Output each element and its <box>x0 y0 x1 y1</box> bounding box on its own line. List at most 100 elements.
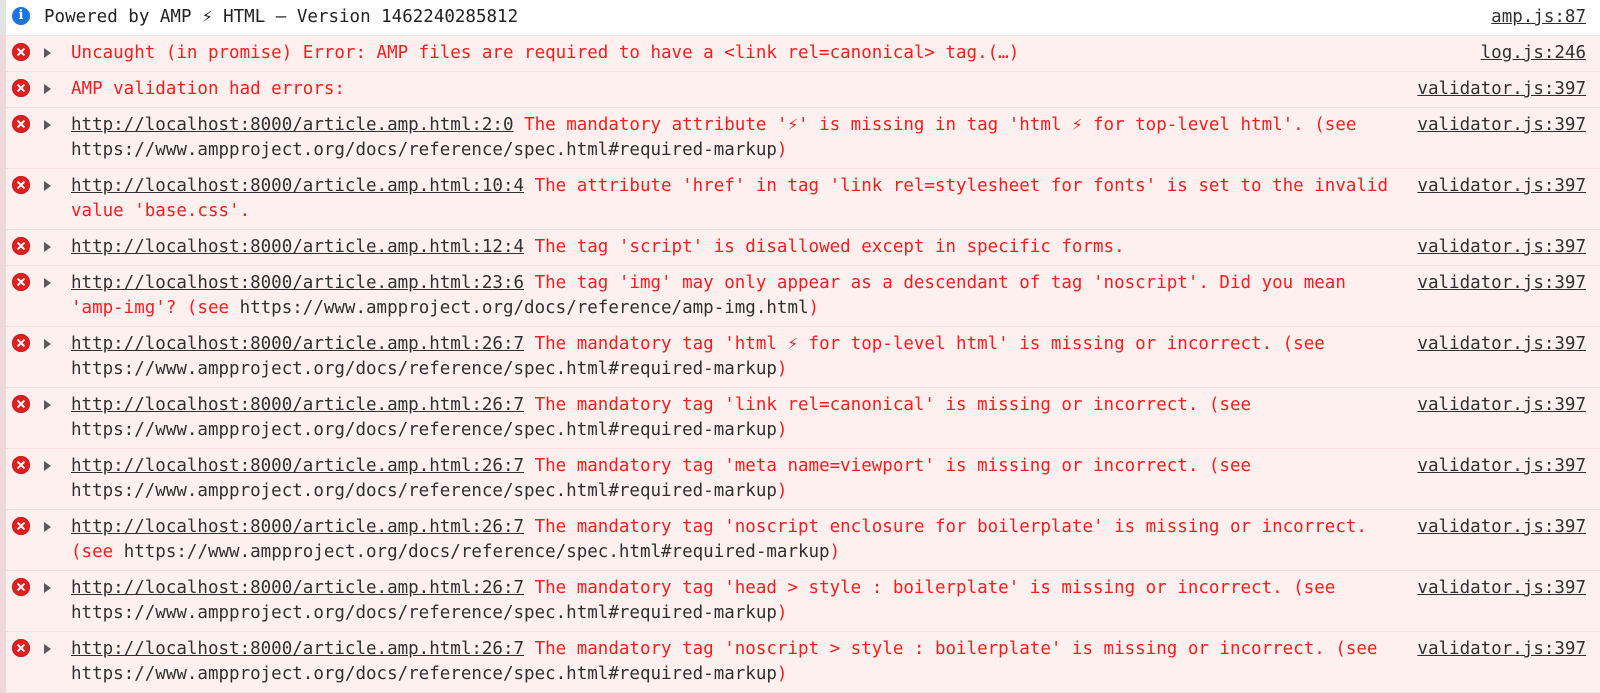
source-location-link[interactable]: http://localhost:8000/article.amp.html:2… <box>71 456 524 476</box>
console-message: http://localhost:8000/article.amp.html:2… <box>71 113 1417 163</box>
script-source-link[interactable]: validator.js:397 <box>1417 271 1600 296</box>
row-gutter <box>0 271 44 291</box>
script-source-link[interactable]: validator.js:397 <box>1417 515 1600 540</box>
console-message: http://localhost:8000/article.amp.html:2… <box>71 515 1417 565</box>
disclosure-triangle-icon[interactable] <box>44 120 67 130</box>
row-gutter <box>0 113 44 133</box>
message-text-tail: ) <box>808 298 820 318</box>
error-circle-icon <box>12 517 30 535</box>
console-row[interactable]: http://localhost:8000/article.amp.html:2… <box>0 570 1600 632</box>
console-message: http://localhost:8000/article.amp.html:2… <box>71 637 1417 687</box>
row-gutter <box>0 235 44 255</box>
source-location-link[interactable]: http://localhost:8000/article.amp.html:2… <box>71 578 524 598</box>
message-text: Powered by AMP ⚡ HTML – Version 14622402… <box>44 7 519 27</box>
console-row[interactable]: http://localhost:8000/article.amp.html:2… <box>0 448 1600 510</box>
message-text: Uncaught (in promise) Error: AMP files a… <box>71 43 1020 63</box>
console-row[interactable]: i Powered by AMP ⚡ HTML – Version 1462240… <box>0 0 1600 36</box>
source-location-link[interactable]: http://localhost:8000/article.amp.html:2… <box>71 115 514 135</box>
script-source-link[interactable]: validator.js:397 <box>1417 113 1600 138</box>
console-row[interactable]: http://localhost:8000/article.amp.html:2… <box>0 509 1600 571</box>
row-gutter <box>0 77 44 97</box>
console-row[interactable]: http://localhost:8000/article.amp.html:2… <box>0 631 1600 693</box>
script-source-link[interactable]: validator.js:397 <box>1417 77 1600 102</box>
reference-url[interactable]: https://www.ampproject.org/docs/referenc… <box>71 140 777 160</box>
console-message: Uncaught (in promise) Error: AMP files a… <box>71 41 1481 66</box>
script-source-link[interactable]: validator.js:397 <box>1417 576 1600 601</box>
console-row[interactable]: http://localhost:8000/article.amp.html:2… <box>0 107 1600 169</box>
reference-url[interactable]: https://www.ampproject.org/docs/referenc… <box>71 420 777 440</box>
error-circle-icon <box>12 395 30 413</box>
reference-url[interactable]: https://www.ampproject.org/docs/referenc… <box>240 298 809 318</box>
disclosure-triangle-icon[interactable] <box>44 339 67 349</box>
script-source-link[interactable]: validator.js:397 <box>1417 174 1600 199</box>
error-circle-icon <box>12 115 30 133</box>
source-location-link[interactable]: http://localhost:8000/article.amp.html:1… <box>71 237 524 257</box>
row-gutter <box>0 174 44 194</box>
message-text-tail: ) <box>776 664 788 684</box>
disclosure-triangle-icon[interactable] <box>44 84 67 94</box>
console-row[interactable]: http://localhost:8000/article.amp.html:2… <box>0 387 1600 449</box>
script-source-link[interactable]: validator.js:397 <box>1417 637 1600 662</box>
devtools-console-panel[interactable]: i Powered by AMP ⚡ HTML – Version 1462240… <box>0 0 1600 693</box>
source-location-link[interactable]: http://localhost:8000/article.amp.html:2… <box>71 517 524 537</box>
row-gutter <box>0 41 44 61</box>
script-source-link[interactable]: log.js:246 <box>1481 41 1600 66</box>
disclosure-triangle-icon[interactable] <box>44 400 67 410</box>
disclosure-triangle-icon[interactable] <box>44 583 67 593</box>
message-text-tail: ) <box>776 603 788 623</box>
disclosure-triangle-icon[interactable] <box>44 278 67 288</box>
disclosure-triangle-icon[interactable] <box>44 461 67 471</box>
script-source-link[interactable]: validator.js:397 <box>1417 393 1600 418</box>
disclosure-triangle-icon[interactable] <box>44 242 67 252</box>
message-text: The mandatory attribute '⚡' is missing i… <box>524 115 1367 135</box>
message-text-tail: ) <box>776 359 788 379</box>
message-text-tail: ) <box>776 481 788 501</box>
console-message: http://localhost:8000/article.amp.html:1… <box>71 235 1417 260</box>
error-circle-icon <box>12 79 30 97</box>
reference-url[interactable]: https://www.ampproject.org/docs/referenc… <box>71 359 777 379</box>
error-circle-icon <box>12 176 30 194</box>
error-circle-icon <box>12 43 30 61</box>
message-text: The mandatory tag 'head > style : boiler… <box>534 578 1346 598</box>
script-source-link[interactable]: validator.js:397 <box>1417 454 1600 479</box>
row-gutter <box>0 393 44 413</box>
console-row[interactable]: Uncaught (in promise) Error: AMP files a… <box>0 35 1600 72</box>
script-source-link[interactable]: validator.js:397 <box>1417 235 1600 260</box>
console-message: http://localhost:8000/article.amp.html:2… <box>71 576 1417 626</box>
reference-url[interactable]: https://www.ampproject.org/docs/referenc… <box>71 481 777 501</box>
message-text-tail: ) <box>829 542 841 562</box>
disclosure-triangle-icon[interactable] <box>44 522 67 532</box>
console-message: http://localhost:8000/article.amp.html:2… <box>71 332 1417 382</box>
disclosure-triangle-icon[interactable] <box>44 48 67 58</box>
reference-url[interactable]: https://www.ampproject.org/docs/referenc… <box>71 603 777 623</box>
console-message: http://localhost:8000/article.amp.html:2… <box>71 454 1417 504</box>
message-text: The mandatory tag 'noscript > style : bo… <box>534 639 1389 659</box>
reference-url[interactable]: https://www.ampproject.org/docs/referenc… <box>71 664 777 684</box>
row-gutter <box>0 454 44 474</box>
console-message: AMP validation had errors: <box>71 77 1417 102</box>
reference-url[interactable]: https://www.ampproject.org/docs/referenc… <box>124 542 830 562</box>
console-row[interactable]: http://localhost:8000/article.amp.html:2… <box>0 326 1600 388</box>
row-gutter: i <box>0 5 44 25</box>
disclosure-triangle-icon[interactable] <box>44 644 67 654</box>
source-location-link[interactable]: http://localhost:8000/article.amp.html:1… <box>71 176 524 196</box>
console-message: http://localhost:8000/article.amp.html:2… <box>71 271 1417 321</box>
console-message: http://localhost:8000/article.amp.html:1… <box>71 174 1417 224</box>
disclosure-triangle-icon[interactable] <box>44 181 67 191</box>
row-gutter <box>0 332 44 352</box>
source-location-link[interactable]: http://localhost:8000/article.amp.html:2… <box>71 395 524 415</box>
console-row[interactable]: http://localhost:8000/article.amp.html:2… <box>0 265 1600 327</box>
error-circle-icon <box>12 639 30 657</box>
console-row[interactable]: http://localhost:8000/article.amp.html:1… <box>0 168 1600 230</box>
source-location-link[interactable]: http://localhost:8000/article.amp.html:2… <box>71 639 524 659</box>
console-row[interactable]: AMP validation had errors: validator.js:3… <box>0 71 1600 108</box>
console-message: Powered by AMP ⚡ HTML – Version 14622402… <box>44 5 1491 30</box>
console-row[interactable]: http://localhost:8000/article.amp.html:1… <box>0 229 1600 266</box>
row-gutter <box>0 576 44 596</box>
source-location-link[interactable]: http://localhost:8000/article.amp.html:2… <box>71 273 524 293</box>
message-text: The mandatory tag 'meta name=viewport' i… <box>534 456 1262 476</box>
row-gutter <box>0 637 44 657</box>
source-location-link[interactable]: http://localhost:8000/article.amp.html:2… <box>71 334 524 354</box>
script-source-link[interactable]: validator.js:397 <box>1417 332 1600 357</box>
script-source-link[interactable]: amp.js:87 <box>1491 5 1600 30</box>
